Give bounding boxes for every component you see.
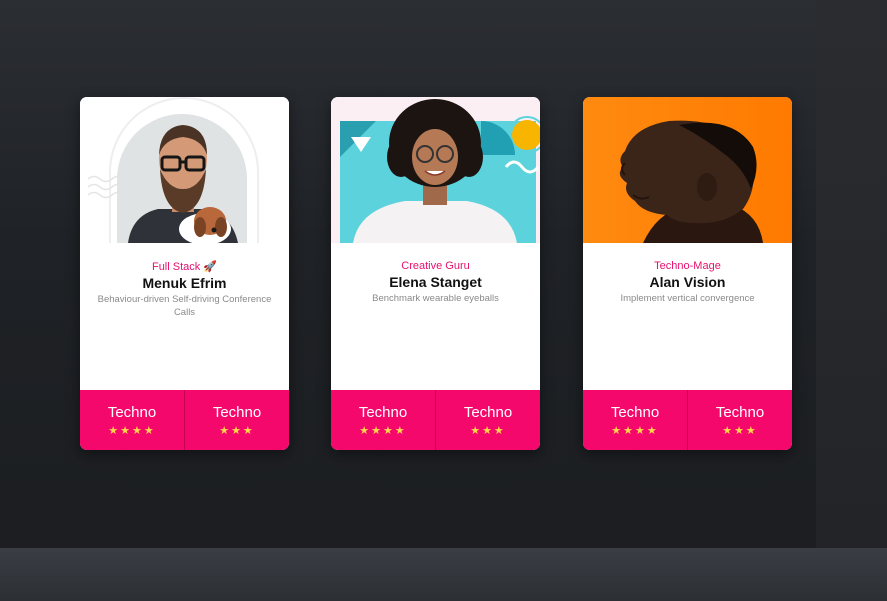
skill-item[interactable]: Techno ★★★	[184, 390, 289, 450]
star-rating-icon: ★★★★	[611, 425, 659, 437]
person-name: Elena Stanget	[389, 274, 482, 290]
skill-item[interactable]: Techno ★★★★	[80, 390, 184, 450]
person-description: Implement vertical convergence	[620, 293, 755, 304]
role-label: Techno-Mage	[654, 260, 721, 272]
card-info: Techno-Mage Alan Vision Implement vertic…	[583, 260, 792, 306]
skill-label: Techno	[358, 404, 408, 421]
profile-card-elena[interactable]: Creative Guru Elena Stanget Benchmark we…	[331, 97, 540, 450]
person-name: Alan Vision	[649, 274, 726, 290]
skills-footer: Techno ★★★★ Techno ★★★	[583, 390, 792, 450]
profile-card-alan[interactable]: Techno-Mage Alan Vision Implement vertic…	[583, 97, 792, 450]
star-rating-icon: ★★★	[722, 425, 758, 437]
profile-photo-alan	[583, 97, 792, 243]
role-label: Creative Guru	[401, 260, 470, 272]
profile-photo-menuk	[80, 97, 289, 243]
skill-label: Techno	[107, 404, 157, 421]
star-rating-icon: ★★★	[470, 425, 506, 437]
role-label: Full Stack 🚀	[151, 261, 218, 273]
card-info: Full Stack 🚀 Menuk Efrim Behaviour-drive…	[80, 261, 289, 319]
skill-item[interactable]: Techno ★★★	[435, 390, 540, 450]
person-description: Behaviour-driven Self-driving Conference…	[97, 294, 272, 318]
skill-item[interactable]: Techno ★★★★	[583, 390, 687, 450]
skill-label: Techno	[463, 404, 513, 421]
star-rating-icon: ★★★★	[359, 425, 407, 437]
background-panel	[816, 0, 887, 548]
skill-item[interactable]: Techno ★★★★	[331, 390, 435, 450]
star-rating-icon: ★★★	[219, 425, 255, 437]
skill-label: Techno	[610, 404, 660, 421]
profile-card-menuk[interactable]: Full Stack 🚀 Menuk Efrim Behaviour-drive…	[80, 97, 289, 450]
person-name: Menuk Efrim	[142, 275, 227, 291]
card-info: Creative Guru Elena Stanget Benchmark we…	[331, 260, 540, 306]
background-band	[0, 548, 887, 601]
star-rating-icon: ★★★★	[108, 425, 156, 437]
skill-label: Techno	[212, 404, 262, 421]
skills-footer: Techno ★★★★ Techno ★★★	[331, 390, 540, 450]
profile-photo-elena	[331, 97, 540, 243]
skill-label: Techno	[715, 404, 765, 421]
skills-footer: Techno ★★★★ Techno ★★★	[80, 390, 289, 450]
skill-item[interactable]: Techno ★★★	[687, 390, 792, 450]
person-description: Benchmark wearable eyeballs	[372, 293, 499, 304]
